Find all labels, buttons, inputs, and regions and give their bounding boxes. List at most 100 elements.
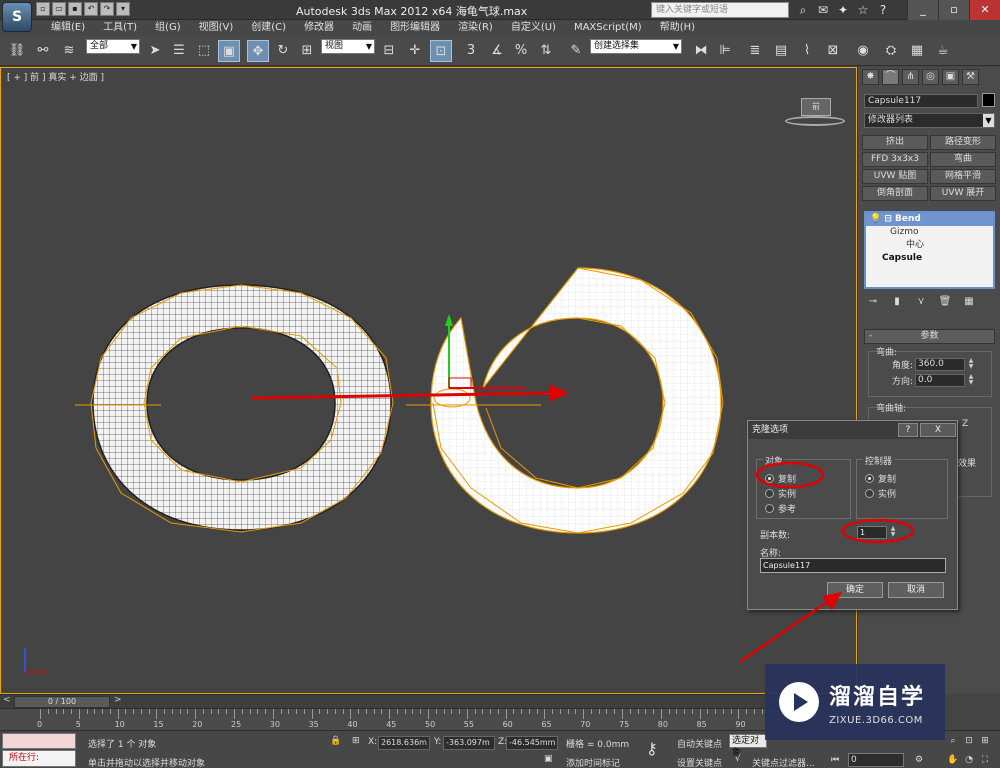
create-tab-icon[interactable]: ✸ [862, 69, 879, 85]
select-object-icon[interactable]: ➤ [144, 40, 166, 62]
modifier-stack[interactable]: 💡 ⊟ Bend Gizmo 中心 Capsule [864, 211, 995, 289]
pin-stack-icon[interactable]: ⊸ [866, 295, 880, 309]
zoom-icon[interactable]: ⌕ [946, 734, 960, 748]
bind-spacewarp-icon[interactable]: ≋ [58, 40, 80, 62]
angle-input[interactable]: 360.0 [915, 358, 966, 371]
current-frame-input[interactable]: 0 [848, 753, 904, 767]
lock-selection-icon[interactable]: 🔒 [330, 736, 341, 746]
menu-create[interactable]: 创建(C) [242, 20, 295, 36]
undo-icon[interactable]: ↶ [84, 2, 98, 16]
make-unique-icon[interactable]: ⋎ [914, 295, 928, 309]
quick-access-dropdown-icon[interactable]: ▾ [116, 2, 130, 16]
time-tag-icon[interactable]: ▣ [544, 754, 553, 764]
ok-button[interactable]: 确定 [827, 582, 883, 598]
axis-z-label[interactable]: Z [962, 419, 968, 429]
key-icon[interactable]: ⚷ [646, 739, 658, 758]
keyboard-shortcut-toggle-icon[interactable]: ⊡ [430, 40, 452, 62]
help-icon[interactable]: ? [875, 2, 891, 18]
ffd-button[interactable]: FFD 3x3x3 [862, 152, 928, 167]
pivot-center-icon[interactable]: ⊟ [378, 40, 400, 62]
menu-views[interactable]: 视图(V) [190, 20, 243, 36]
utilities-tab-icon[interactable]: ⚒ [962, 69, 979, 85]
stack-item-capsule[interactable]: Capsule [866, 252, 993, 265]
key-filters-button[interactable]: 关键点过滤器... [752, 756, 815, 768]
align-icon[interactable]: ⊫ [714, 40, 736, 62]
z-coordinate-input[interactable]: -46.545mm [506, 736, 558, 750]
object-color-swatch[interactable] [982, 93, 995, 107]
menu-maxscript[interactable]: MAXScript(M) [565, 20, 651, 36]
named-selection-select[interactable]: 创建选择集 ▼ [590, 39, 682, 54]
dialog-close-button[interactable]: X [920, 423, 956, 437]
copies-spinner[interactable]: ▲ ▼ [889, 526, 897, 539]
menu-modifiers[interactable]: 修改器 [295, 20, 343, 36]
menu-graph-editors[interactable]: 图形编辑器 [381, 20, 449, 36]
object-reference-radio[interactable]: 参考 [765, 502, 796, 515]
bevel-profile-button[interactable]: 倒角剖面 [862, 186, 928, 201]
motion-tab-icon[interactable]: ◎ [922, 69, 939, 85]
controller-copy-radio[interactable]: 复制 [865, 472, 896, 485]
set-key-button[interactable]: 设置关键点 [677, 756, 722, 768]
zoom-all-icon[interactable]: ⊞ [978, 734, 992, 748]
track-bar[interactable]: 0 5 10 15 20 25 30 35 40 45 50 55 60 65 70 75 80 85 90 [0, 708, 771, 730]
pan-icon[interactable]: ✋ [946, 753, 960, 767]
close-button[interactable]: ✕ [969, 0, 1000, 20]
copies-input[interactable]: 1 [857, 526, 887, 539]
open-file-icon[interactable]: ▭ [52, 2, 66, 16]
select-scale-icon[interactable]: ⊞ [296, 40, 318, 62]
controller-instance-radio[interactable]: 实例 [865, 487, 896, 500]
object-copy-radio[interactable]: 复制 [765, 472, 796, 485]
add-time-tag[interactable]: 添加时间标记 [566, 756, 620, 768]
select-rotate-icon[interactable]: ↻ [272, 40, 294, 62]
capsule-torus-original[interactable] [75, 284, 394, 533]
selected-object-field[interactable]: 选定对象 [729, 734, 767, 758]
cancel-button[interactable]: 取消 [888, 582, 944, 598]
material-editor-icon[interactable]: ◉ [852, 40, 874, 62]
save-file-icon[interactable]: ▪ [68, 2, 82, 16]
capsule-torus-clone[interactable] [406, 267, 724, 534]
menu-group[interactable]: 组(G) [146, 20, 190, 36]
mirror-icon[interactable]: ⧓ [690, 40, 712, 62]
uvw-map-button[interactable]: UVW 贴图 [862, 169, 928, 184]
new-file-icon[interactable]: ▫ [36, 2, 50, 16]
angle-spinner[interactable]: ▲ ▼ [967, 358, 975, 371]
menu-animation[interactable]: 动画 [343, 20, 381, 36]
unlink-icon[interactable]: ⚯ [32, 40, 54, 62]
schematic-view-icon[interactable]: ⊠ [822, 40, 844, 62]
extrude-button[interactable]: 挤出 [862, 135, 928, 150]
percent-snap-icon[interactable]: % [510, 40, 532, 62]
communication-icon[interactable]: ✦ [835, 2, 851, 18]
front-viewport[interactable]: [ + ] 前 ] 真实 + 边面 ] 前 [0, 67, 857, 694]
x-coordinate-input[interactable]: 2618.636m [378, 736, 430, 750]
favorites-star-icon[interactable]: ☆ [855, 2, 871, 18]
menu-tools[interactable]: 工具(T) [94, 20, 146, 36]
window-crossing-icon[interactable]: ▣ [218, 40, 240, 62]
show-end-result-icon[interactable]: ▮ [890, 295, 904, 309]
key-filter-curve-icon[interactable]: √ [735, 754, 741, 764]
stack-item-bend[interactable]: 💡 ⊟ Bend [866, 213, 993, 226]
maxscript-listener[interactable] [2, 733, 76, 749]
name-input[interactable]: Capsule117 [760, 558, 946, 573]
link-icon[interactable]: ⛓ [6, 40, 28, 62]
object-instance-radio[interactable]: 实例 [765, 487, 796, 500]
meshsmooth-button[interactable]: 网格平滑 [930, 169, 996, 184]
select-move-icon[interactable]: ✥ [247, 40, 269, 62]
menu-customize[interactable]: 自定义(U) [502, 20, 565, 36]
ribbon-toggle-icon[interactable]: ▤ [770, 40, 792, 62]
app-logo-icon[interactable]: S [2, 2, 32, 32]
modify-tab-icon[interactable]: ⌒ [882, 69, 899, 85]
menu-rendering[interactable]: 渲染(R) [449, 20, 502, 36]
maximize-button[interactable]: ▫ [938, 0, 969, 20]
remove-modifier-icon[interactable]: 🗑 [938, 295, 952, 309]
maximize-viewport-icon[interactable]: ⛶ [978, 753, 992, 767]
stack-item-center[interactable]: 中心 [866, 239, 993, 252]
reference-coordinate-select[interactable]: 视图 ▼ [321, 39, 375, 54]
curve-editor-icon[interactable]: ⌇ [796, 40, 818, 62]
angle-snap-icon[interactable]: ∡ [486, 40, 508, 62]
prev-frame-icon[interactable]: < [3, 695, 11, 705]
unwrap-uvw-button[interactable]: UVW 展开 [930, 186, 996, 201]
hierarchy-tab-icon[interactable]: ⋔ [902, 69, 919, 85]
configure-sets-icon[interactable]: ▦ [962, 295, 976, 309]
next-frame-icon[interactable]: > [114, 695, 122, 705]
binoculars-icon[interactable]: ⌕ [795, 2, 811, 18]
render-production-icon[interactable]: ☕ [932, 40, 954, 62]
